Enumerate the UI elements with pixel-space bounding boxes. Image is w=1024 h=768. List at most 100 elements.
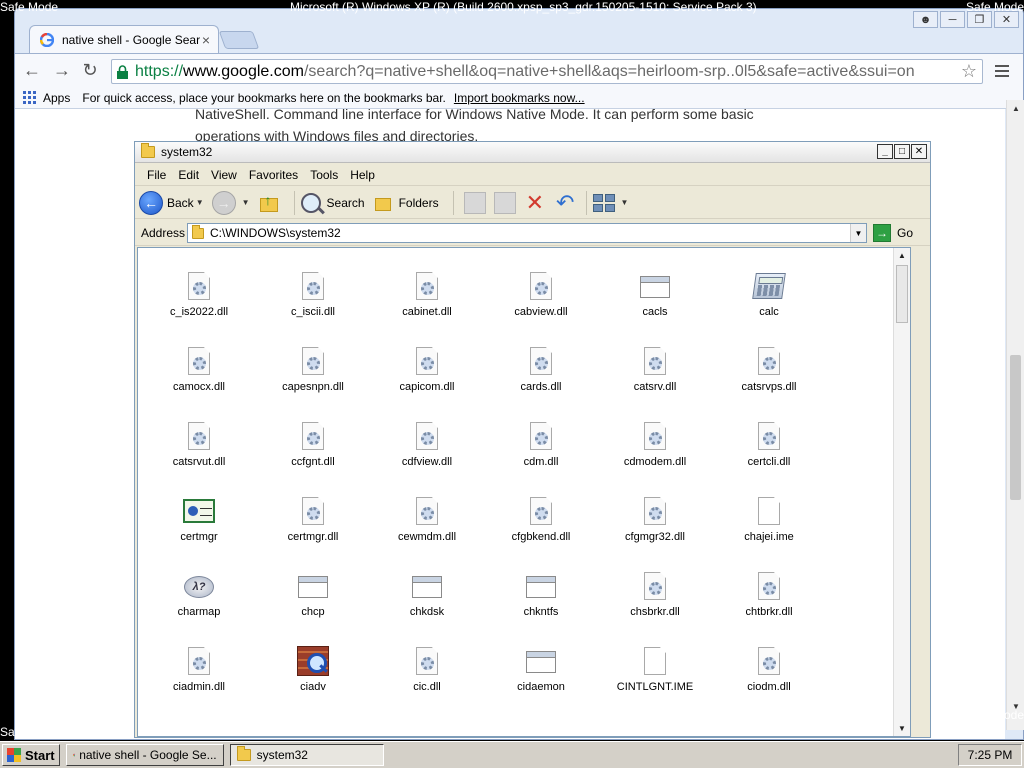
file-item[interactable]: ciadv — [256, 645, 370, 697]
file-item[interactable]: cacls — [598, 270, 712, 322]
file-item[interactable]: chtbrkr.dll — [712, 570, 826, 622]
file-item[interactable]: catsrvps.dll — [712, 345, 826, 397]
bookmarks-apps[interactable]: Apps — [43, 91, 70, 105]
file-item[interactable]: certmgr — [142, 495, 256, 547]
file-item[interactable]: chkntfs — [484, 570, 598, 622]
chevron-down-icon[interactable]: ▼ — [242, 198, 250, 207]
file-item[interactable]: ccfgnt.dll — [256, 420, 370, 472]
copy-to-icon[interactable] — [493, 191, 516, 214]
search-button[interactable]: Search — [300, 192, 365, 213]
file-item[interactable]: chcp — [256, 570, 370, 622]
import-bookmarks-link[interactable]: Import bookmarks now... — [454, 91, 585, 105]
reload-icon[interactable]: ↻ — [79, 60, 101, 81]
file-item[interactable]: ciadmin.dll — [142, 645, 256, 697]
file-item[interactable]: cabinet.dll — [370, 270, 484, 322]
file-item[interactable]: calc — [712, 270, 826, 322]
start-button[interactable]: Start — [2, 744, 60, 766]
file-item[interactable]: λ? charmap — [142, 570, 256, 622]
scroll-thumb[interactable] — [896, 265, 908, 323]
menu-help[interactable]: Help — [344, 168, 381, 182]
go-button[interactable]: → Go — [873, 224, 913, 242]
explorer-title-bar[interactable]: system32 _ □ ✕ — [135, 142, 930, 163]
file-item[interactable]: cards.dll — [484, 345, 598, 397]
menu-view[interactable]: View — [205, 168, 243, 182]
chevron-down-icon[interactable]: ▼ — [196, 198, 204, 207]
file-item[interactable]: cdm.dll — [484, 420, 598, 472]
close-tab-icon[interactable]: × — [202, 32, 210, 48]
page-scrollbar[interactable]: ▲ ▼ — [1006, 100, 1024, 730]
bookmark-star-icon[interactable]: ☆ — [961, 61, 977, 82]
file-item[interactable]: c_iscii.dll — [256, 270, 370, 322]
file-item[interactable]: certcli.dll — [712, 420, 826, 472]
chevron-down-icon[interactable]: ▼ — [850, 224, 866, 242]
folders-button[interactable]: Folders — [373, 194, 439, 212]
apps-grid-icon[interactable] — [23, 90, 37, 105]
file-item[interactable]: catsrv.dll — [598, 345, 712, 397]
gear-icon — [193, 357, 206, 370]
menu-tools[interactable]: Tools — [304, 168, 344, 182]
address-bar[interactable]: https:// www.google.com /search?q=native… — [111, 59, 983, 84]
dll-file-icon — [530, 272, 552, 300]
file-item[interactable]: c_is2022.dll — [142, 270, 256, 322]
up-folder-button[interactable]: ↑ — [258, 192, 280, 214]
undo-icon[interactable]: ↶ — [556, 190, 574, 216]
scroll-thumb[interactable] — [1010, 355, 1021, 500]
file-name: ciodm.dll — [747, 681, 791, 693]
scroll-down-icon[interactable]: ▼ — [894, 721, 910, 736]
go-label: Go — [897, 226, 914, 240]
file-item[interactable]: cfgbkend.dll — [484, 495, 598, 547]
toolbar-separator — [452, 190, 454, 215]
file-item[interactable]: chkdsk — [370, 570, 484, 622]
file-item[interactable]: catsrvut.dll — [142, 420, 256, 472]
file-item[interactable]: cic.dll — [370, 645, 484, 697]
file-item[interactable]: cdmodem.dll — [598, 420, 712, 472]
profile-icon[interactable]: ☻ — [913, 11, 938, 28]
file-name: ciadv — [300, 681, 326, 693]
forward-arrow-icon[interactable]: → — [51, 60, 73, 81]
taskbar-item-system32[interactable]: system32 — [229, 744, 384, 766]
file-list-scrollbar[interactable]: ▲ ▼ — [893, 248, 910, 736]
file-item[interactable]: ciodm.dll — [712, 645, 826, 697]
file-item[interactable]: certmgr.dll — [256, 495, 370, 547]
minimize-button[interactable]: ─ — [940, 11, 965, 28]
clock[interactable]: 7:25 PM — [968, 748, 1013, 762]
bookmarks-hint: For quick access, place your bookmarks h… — [82, 90, 446, 105]
file-item[interactable]: capicom.dll — [370, 345, 484, 397]
taskbar-item-chrome[interactable]: native shell - Google Se... — [65, 744, 224, 766]
views-button[interactable]: ▼ — [593, 193, 628, 212]
calculator-icon — [752, 270, 786, 302]
file-item[interactable]: chsbrkr.dll — [598, 570, 712, 622]
file-item[interactable]: chajei.ime — [712, 495, 826, 547]
back-arrow-icon[interactable]: ← — [21, 60, 43, 81]
chevron-down-icon[interactable]: ▼ — [620, 198, 628, 207]
back-button[interactable]: ← Back ▼ — [139, 190, 204, 215]
minimize-button[interactable]: _ — [877, 144, 893, 159]
forward-button[interactable]: → ▼ — [211, 190, 250, 215]
file-item[interactable]: cdfview.dll — [370, 420, 484, 472]
file-item[interactable]: cewmdm.dll — [370, 495, 484, 547]
menu-edit[interactable]: Edit — [172, 168, 205, 182]
file-item[interactable]: cabview.dll — [484, 270, 598, 322]
dll-file-icon — [416, 272, 438, 300]
file-item[interactable]: cfgmgr32.dll — [598, 495, 712, 547]
folder-icon — [141, 143, 155, 158]
tab-google-search[interactable]: native shell - Google Sear × — [29, 25, 219, 53]
new-tab-button[interactable] — [218, 31, 260, 49]
file-item[interactable]: cidaemon — [484, 645, 598, 697]
delete-icon[interactable]: ✕ — [526, 190, 544, 216]
address-field[interactable]: C:\WINDOWS\system32 ▼ — [187, 223, 867, 243]
menu-file[interactable]: File — [141, 168, 172, 182]
tab-title: native shell - Google Sear — [62, 32, 201, 47]
close-button[interactable]: ✕ — [911, 144, 927, 159]
menu-favorites[interactable]: Favorites — [243, 168, 304, 182]
file-item[interactable]: capesnpn.dll — [256, 345, 370, 397]
file-item[interactable]: CINTLGNT.IME — [598, 645, 712, 697]
file-item[interactable]: camocx.dll — [142, 345, 256, 397]
file-name: chsbrkr.dll — [630, 606, 680, 618]
console-app-icon — [412, 576, 442, 598]
move-to-icon[interactable] — [463, 191, 486, 214]
scroll-up-icon[interactable]: ▲ — [894, 248, 910, 263]
maximize-button[interactable]: □ — [894, 144, 910, 159]
chrome-menu-icon[interactable] — [995, 62, 1009, 80]
scroll-up-icon[interactable]: ▲ — [1007, 104, 1024, 118]
